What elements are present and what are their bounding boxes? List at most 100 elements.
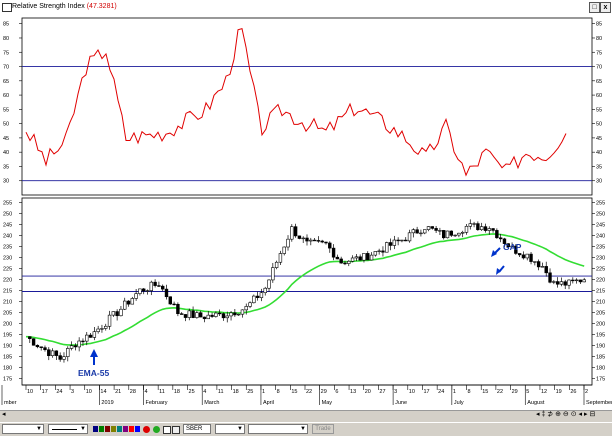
- price-y-tick-label: 210: [3, 299, 12, 305]
- rsi-y-tick-label: 45: [3, 136, 9, 142]
- x-tick-label: 1: [453, 389, 456, 395]
- rsi-y-tick-label-right: 50: [596, 122, 602, 128]
- color-swatch[interactable]: [135, 426, 140, 432]
- rsi-y-tick-label-right: 65: [596, 79, 602, 85]
- color-swatch[interactable]: [129, 426, 134, 432]
- price-y-tick-label: 215: [3, 288, 12, 294]
- color-swatch[interactable]: [93, 426, 98, 432]
- line-width-select[interactable]: ▼: [48, 424, 88, 434]
- x-tick-label: 4: [203, 389, 206, 395]
- color-swatch[interactable]: [99, 426, 104, 432]
- x-tick-label: 11: [218, 389, 224, 395]
- x-month-label: mber: [4, 400, 17, 406]
- price-y-tick-label: 175: [3, 376, 12, 382]
- price-y-tick-label: 205: [3, 310, 12, 316]
- x-month-label: July: [454, 400, 464, 406]
- rsi-panel[interactable]: [21, 17, 593, 196]
- x-month-label: April: [263, 400, 274, 406]
- x-tick-label: 4: [144, 389, 147, 395]
- rsi-y-tick-label: 30: [3, 179, 9, 185]
- x-tick-label: 10: [27, 389, 33, 395]
- rsi-y-tick-label: 85: [3, 22, 9, 28]
- x-tick-label: 11: [159, 389, 165, 395]
- close-button[interactable]: x: [600, 2, 611, 13]
- bottom-toolbar: ▼ ▼ SBER ▼ ▼ Trade: [0, 422, 612, 436]
- x-tick-label: 28: [130, 389, 136, 395]
- x-tick-label: 15: [482, 389, 488, 395]
- x-tick-label: 8: [468, 389, 471, 395]
- price-y-tick-label-right: 245: [596, 222, 605, 228]
- trade-button[interactable]: Trade: [312, 424, 334, 434]
- rsi-y-tick-label-right: 35: [596, 164, 602, 170]
- price-y-tick-label-right: 200: [596, 321, 605, 327]
- period-select[interactable]: ▼: [215, 424, 245, 434]
- price-y-tick-label-right: 215: [596, 288, 605, 294]
- chevron-down-icon: ▼: [80, 426, 86, 432]
- x-tick-label: 8: [277, 389, 280, 395]
- print-icon[interactable]: [172, 426, 180, 434]
- price-y-tick-label: 220: [3, 277, 12, 283]
- x-tick-label: 2: [585, 389, 588, 395]
- chart-area[interactable]: 858075706560555045403530 858075706560555…: [0, 14, 612, 410]
- x-tick-label: 29: [512, 389, 518, 395]
- indicator-select[interactable]: ▼: [248, 424, 308, 434]
- chart-nav-controls[interactable]: ◂ ‡ ⊅ ⊕ ⊖ ⊙ ◂ ▸ ⊟: [536, 410, 595, 418]
- price-y-tick-label-right: 225: [596, 266, 605, 272]
- x-tick-label: 3: [71, 389, 74, 395]
- chart-window-icon: [2, 3, 12, 12]
- price-y-tick-label-right: 190: [596, 343, 605, 349]
- price-y-tick-label-right: 180: [596, 365, 605, 371]
- price-y-tick-label: 235: [3, 244, 12, 250]
- color-wheel-icon[interactable]: [143, 426, 150, 433]
- price-y-tick-label: 225: [3, 266, 12, 272]
- price-y-tick-label: 200: [3, 321, 12, 327]
- color-swatch[interactable]: [111, 426, 116, 432]
- rsi-y-tick-label-right: 85: [596, 22, 602, 28]
- x-month-label: 2019: [101, 400, 113, 406]
- color-wheel-green-icon[interactable]: [153, 426, 160, 433]
- copy-icon[interactable]: [163, 426, 171, 434]
- rsi-y-tick-label-right: 75: [596, 50, 602, 56]
- line-style-select[interactable]: ▼: [2, 424, 44, 434]
- x-tick-label: 5: [526, 389, 529, 395]
- x-tick-label: 29: [321, 389, 327, 395]
- price-y-tick-label: 245: [3, 222, 12, 228]
- price-y-tick-label-right: 210: [596, 299, 605, 305]
- price-y-tick-label-right: 205: [596, 310, 605, 316]
- color-swatch[interactable]: [123, 426, 128, 432]
- rsi-y-tick-label-right: 30: [596, 179, 602, 185]
- color-swatch[interactable]: [117, 426, 122, 432]
- x-tick-label: 26: [570, 389, 576, 395]
- chevron-down-icon: ▼: [237, 426, 243, 432]
- ticker-field[interactable]: SBER: [183, 424, 211, 434]
- x-tick-label: 18: [174, 389, 180, 395]
- rsi-y-tick-label: 55: [3, 107, 9, 113]
- x-tick-label: 10: [86, 389, 92, 395]
- price-y-tick-label: 180: [3, 365, 12, 371]
- x-tick-label: 14: [100, 389, 106, 395]
- price-y-tick-label-right: 230: [596, 255, 605, 261]
- x-tick-label: 6: [335, 389, 338, 395]
- x-tick-label: 24: [56, 389, 62, 395]
- x-tick-label: 17: [423, 389, 429, 395]
- restore-button[interactable]: □: [589, 2, 600, 13]
- rsi-y-tick-label: 35: [3, 164, 9, 170]
- price-y-tick-label-right: 255: [596, 200, 605, 206]
- scroll-left-icon[interactable]: ◂: [2, 410, 6, 418]
- chevron-down-icon: ▼: [36, 426, 42, 432]
- price-y-tick-label: 230: [3, 255, 12, 261]
- x-tick-label: 15: [291, 389, 297, 395]
- color-swatch[interactable]: [105, 426, 110, 432]
- x-tick-label: 20: [365, 389, 371, 395]
- price-y-tick-label-right: 235: [596, 244, 605, 250]
- price-y-tick-label-right: 250: [596, 211, 605, 217]
- x-tick-label: 25: [189, 389, 195, 395]
- ema-label: EMA-55: [78, 368, 109, 378]
- rsi-y-tick-label: 60: [3, 93, 9, 99]
- rsi-y-tick-label-right: 55: [596, 107, 602, 113]
- rsi-y-tick-label-right: 60: [596, 93, 602, 99]
- x-tick-label: 1: [262, 389, 265, 395]
- x-tick-label: 22: [497, 389, 503, 395]
- x-tick-label: 12: [541, 389, 547, 395]
- x-tick-label: 3: [394, 389, 397, 395]
